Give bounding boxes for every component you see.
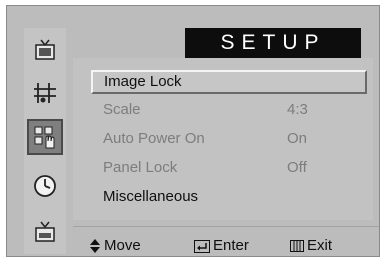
auto-power-on-value: On [287,130,308,147]
picture-icon[interactable] [27,32,63,68]
setup-icon[interactable] [27,119,63,155]
footer-hints: Move Enter Exit [7,235,379,257]
setup-osd-window: SETUP Image Lock Scale 4:3 Auto Power On… [6,5,380,257]
panel-lock-value: Off [287,159,307,176]
menu-icon [290,240,304,252]
clock-icon[interactable] [27,168,63,204]
move-hint: Move [89,235,141,257]
panel-lock-label: Panel Lock [103,159,178,176]
scale-value: 4:3 [287,101,308,118]
exit-label: Exit [307,237,333,254]
enter-icon [194,239,210,253]
enter-label: Enter [213,237,249,254]
enter-hint: Enter [194,235,249,257]
footer-divider [73,226,379,227]
scale-item: Scale 4:3 [103,98,367,122]
image-lock-item[interactable]: Image Lock [91,70,367,94]
exit-hint: Exit [290,235,332,257]
move-label: Move [104,237,141,254]
page-title: SETUP [185,28,361,58]
up-down-arrow-icon [90,239,100,253]
panel-lock-item: Panel Lock Off [103,156,367,180]
auto-power-on-item: Auto Power On On [103,127,367,151]
scale-label: Scale [103,101,141,118]
miscellaneous-label: Miscellaneous [103,188,199,205]
menu-category-sidebar [24,28,66,254]
auto-power-on-label: Auto Power On [103,130,205,147]
miscellaneous-item[interactable]: Miscellaneous [103,185,367,209]
sound-icon[interactable] [27,75,63,111]
image-lock-label: Image Lock [104,73,182,90]
